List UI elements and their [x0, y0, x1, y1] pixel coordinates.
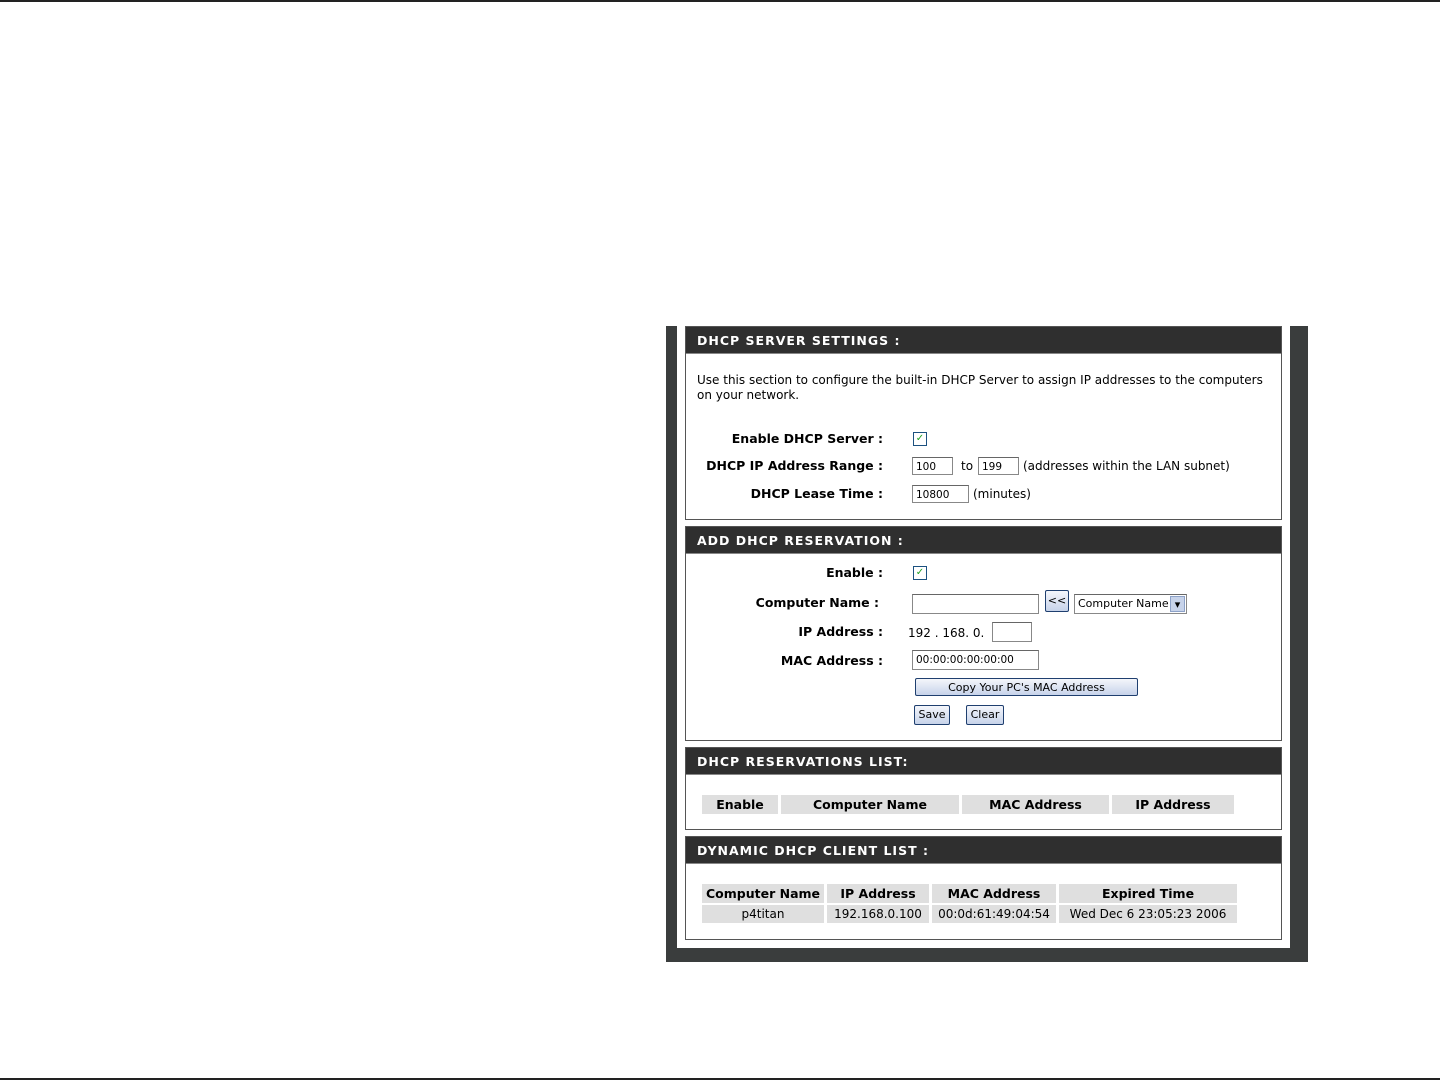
- ip-last-octet-input[interactable]: [992, 622, 1032, 642]
- column-header: MAC Address: [932, 884, 1057, 903]
- lease-time-label: DHCP Lease Time :: [750, 486, 883, 501]
- dynamic-dhcp-client-list-section: DYNAMIC DHCP CLIENT LIST : Computer Name…: [685, 836, 1282, 940]
- ip-address-label: IP Address :: [798, 624, 883, 639]
- column-header: IP Address: [827, 884, 930, 903]
- column-header: Computer Name: [702, 884, 825, 903]
- range-to-text: to: [961, 459, 974, 473]
- column-header: Computer Name: [781, 795, 959, 814]
- column-header: MAC Address: [962, 795, 1109, 814]
- chevron-down-icon[interactable]: ▾: [1170, 596, 1185, 612]
- reservations-table: Enable Computer Name MAC Address IP Addr…: [699, 793, 1237, 816]
- computer-name-select[interactable]: Computer Name ▾: [1074, 594, 1187, 614]
- cell-computer-name: p4titan: [702, 905, 825, 923]
- reservation-enable-checkbox[interactable]: ✓: [913, 566, 927, 580]
- table-row: p4titan 192.168.0.100 00:0d:61:49:04:54 …: [702, 905, 1238, 923]
- add-dhcp-reservation-section: ADD DHCP RESERVATION : Enable : ✓ Comput…: [685, 526, 1282, 741]
- enable-dhcp-checkbox[interactable]: ✓: [913, 432, 927, 446]
- client-table: Computer Name IP Address MAC Address Exp…: [699, 882, 1240, 925]
- bottom-frame-bar: [666, 948, 1308, 962]
- section-title: DYNAMIC DHCP CLIENT LIST :: [686, 837, 1281, 864]
- range-note: (addresses within the LAN subnet): [1023, 459, 1230, 473]
- mac-address-input[interactable]: 00:00:00:00:00:00: [912, 650, 1039, 670]
- bottom-rule: [0, 1078, 1440, 1080]
- right-frame-bar: [1290, 326, 1308, 948]
- copy-computer-name-button[interactable]: <<: [1045, 590, 1069, 612]
- dhcp-server-settings-section: DHCP SERVER SETTINGS : Use this section …: [685, 326, 1282, 520]
- top-rule: [0, 0, 1440, 2]
- computer-name-label: Computer Name :: [755, 595, 879, 610]
- column-header: Expired Time: [1059, 884, 1238, 903]
- clear-button[interactable]: Clear: [966, 705, 1004, 725]
- range-end-input[interactable]: 199: [978, 457, 1019, 475]
- dhcp-range-label: DHCP IP Address Range :: [706, 458, 883, 473]
- cell-ip-address: 192.168.0.100: [827, 905, 930, 923]
- reservation-enable-label: Enable :: [826, 565, 883, 580]
- column-header: Enable: [702, 795, 778, 814]
- save-button[interactable]: Save: [914, 705, 950, 725]
- section-title: ADD DHCP RESERVATION :: [686, 527, 1281, 554]
- table-header-row: Computer Name IP Address MAC Address Exp…: [702, 884, 1238, 903]
- selected-option: Computer Name: [1078, 597, 1169, 610]
- ip-prefix: 192 . 168. 0.: [908, 626, 985, 640]
- cell-expired-time: Wed Dec 6 23:05:23 2006: [1059, 905, 1238, 923]
- left-frame-bar: [666, 326, 677, 948]
- computer-name-input[interactable]: [912, 594, 1039, 614]
- lease-time-input[interactable]: 10800: [912, 485, 969, 503]
- cell-mac-address: 00:0d:61:49:04:54: [932, 905, 1057, 923]
- copy-mac-button[interactable]: Copy Your PC's MAC Address: [915, 678, 1138, 696]
- table-header-row: Enable Computer Name MAC Address IP Addr…: [702, 795, 1234, 814]
- description: Use this section to configure the built-…: [697, 373, 1263, 402]
- section-title: DHCP RESERVATIONS LIST:: [686, 748, 1281, 775]
- lease-unit: (minutes): [973, 487, 1031, 501]
- dhcp-reservations-list-section: DHCP RESERVATIONS LIST: Enable Computer …: [685, 747, 1282, 830]
- range-start-input[interactable]: 100: [912, 457, 953, 475]
- mac-address-label: MAC Address :: [780, 653, 883, 668]
- section-title: DHCP SERVER SETTINGS :: [686, 327, 1281, 354]
- enable-dhcp-label: Enable DHCP Server :: [731, 431, 883, 446]
- router-screenshot: DHCP SERVER SETTINGS : Use this section …: [666, 326, 1308, 962]
- column-header: IP Address: [1112, 795, 1234, 814]
